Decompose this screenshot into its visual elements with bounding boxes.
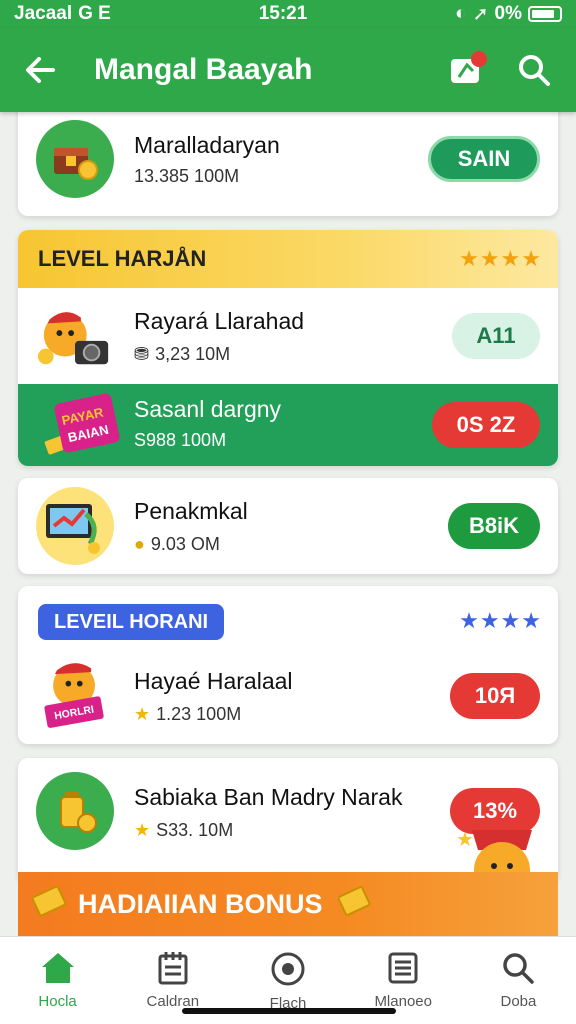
item-action-button[interactable]: 10Я <box>450 673 540 719</box>
list-item[interactable]: HORLRI Hayaé Haralaal ★ 1.23 100M 10Я <box>18 648 558 744</box>
item-stat: S988 100M <box>134 430 227 450</box>
back-button[interactable] <box>20 50 60 90</box>
badge-icon: PAYAR BAIAN <box>44 393 120 455</box>
search-icon <box>519 55 550 86</box>
list-icon <box>388 952 418 984</box>
target-icon <box>271 952 305 986</box>
item-action-label: 0S 2Z <box>456 412 516 437</box>
star-rating: ★★★★ <box>459 246 542 271</box>
item-title: Sasanl dargny <box>134 396 282 422</box>
home-icon <box>41 953 74 983</box>
mascot-icon: ★ <box>456 829 532 880</box>
payar-badge: PAYAR BAIAN <box>40 390 122 460</box>
bonus-label: HADIAIIAN BONUS <box>78 888 323 919</box>
item-thumbnail <box>36 120 114 198</box>
item-stat: 3,23 10M <box>155 344 231 364</box>
list-item[interactable]: Penakmkal ● 9.03 ΟM B8iK <box>18 478 558 574</box>
bonus-banner[interactable]: HADIAIIAN BONUS <box>18 872 558 936</box>
level-section: LEVEIL HORANI ★★★★ HORLRI Hayaé Haralaal… <box>18 586 558 744</box>
section-header: LEVEL HARJÅN ★★★★ <box>18 230 558 288</box>
battery-icon <box>528 6 562 22</box>
network-icons: G E <box>78 3 111 24</box>
level-section: LEVEL HARJÅN ★★★★ Rayará Llarahad ⛃ 3,23… <box>18 230 558 466</box>
location-icon: ➚ <box>472 3 489 25</box>
item-stat: 13.385 100M <box>134 166 240 186</box>
item-subtitle: ★ 1.23 100M <box>134 704 241 725</box>
app-bar: Mangal Baayah <box>0 28 576 112</box>
battery-percent: 0% <box>494 3 522 24</box>
arrow-left-icon <box>26 57 55 83</box>
item-title: Hayaé Haralaal <box>134 668 293 694</box>
item-action-label: 10Я <box>474 683 516 708</box>
section-title: LEVEL HARJÅN <box>38 246 207 271</box>
item-action-button[interactable]: 0S 2Z <box>432 402 540 448</box>
item-title: Maralladaryan <box>134 132 280 158</box>
item-thumbnail <box>36 772 114 850</box>
sain-button-label: SAIN <box>457 146 511 171</box>
nav-label: Hocla <box>38 993 77 1010</box>
item-thumbnail <box>36 297 114 375</box>
item-action-label: B8iK <box>468 513 520 538</box>
list-item-highlighted[interactable]: PAYAR BAIAN Sasanl dargny S988 100M 0S 2… <box>18 384 558 466</box>
item-action-button[interactable]: B8iK <box>448 503 540 549</box>
coin-icon: ● <box>134 534 145 554</box>
coin-stack-icon: ⛃ <box>134 344 150 364</box>
home-indicator[interactable] <box>182 1008 396 1014</box>
status-bar: Jacaal G E 15:21 ◐ ➚ 0% <box>0 0 576 28</box>
gold-bar-icon <box>336 885 372 917</box>
item-stat: 1.23 100M <box>156 704 242 724</box>
status-time: 15:21 <box>258 3 308 24</box>
settings-status-icon: ◐ <box>455 3 467 24</box>
search-icon <box>503 953 535 984</box>
item-title: Penakmkal <box>134 498 248 524</box>
section-tag: LEVEIL HORANI <box>38 604 225 640</box>
star-rating: ★★★★ <box>459 608 542 633</box>
item-action-button[interactable]: A11 <box>452 313 540 359</box>
star-icon: ★ <box>134 704 151 724</box>
page-title: Mangal Baayah <box>94 53 313 86</box>
lantern-coin-icon <box>60 791 97 833</box>
item-subtitle: ● 9.03 ΟM <box>134 534 220 555</box>
chat-notification-icon <box>451 51 487 83</box>
list-item[interactable]: Rayará Llarahad ⛃ 3,23 10M A11 <box>18 288 558 384</box>
item-thumbnail <box>36 487 114 565</box>
nav-item-search[interactable]: Doba <box>461 937 576 1024</box>
item-stat: 9.03 ΟM <box>150 534 220 554</box>
mascot-gift-icon: HORLRI <box>44 663 104 728</box>
monitor-chart-icon <box>46 504 100 554</box>
star-icon: ★ <box>134 820 151 840</box>
item-title: Rayará Llarahad <box>134 308 305 334</box>
list-item[interactable]: Maralladaryan 13.385 100M SAIN <box>18 112 558 216</box>
item-title: Sabiaka Ban Madry Narak <box>134 784 403 810</box>
mascot-camera-icon <box>37 312 109 365</box>
list-item[interactable]: Sabiaka Ban Madry Narak ★ S33. 10M 13% ★ <box>18 758 558 880</box>
item-subtitle: ⛃ 3,23 10M <box>134 344 230 365</box>
content-area: Maralladaryan 13.385 100M SAIN LEVEL HAR… <box>0 112 576 936</box>
sain-button[interactable]: SAIN <box>428 136 540 182</box>
notification-button[interactable] <box>446 48 490 92</box>
item-thumbnail: HORLRI <box>36 656 114 734</box>
search-button[interactable] <box>512 48 556 92</box>
nav-item-home[interactable]: Hocla <box>0 937 115 1024</box>
item-action-label: A11 <box>476 323 516 348</box>
item-subtitle: 13.385 100M <box>134 166 239 187</box>
item-subtitle: S988 100M <box>134 430 226 451</box>
section-title: LEVEIL HORANI <box>54 610 209 633</box>
treasure-chest-icon <box>54 148 98 180</box>
gold-bar-icon <box>30 884 68 918</box>
mascot-illustration: ★ <box>442 810 552 880</box>
item-subtitle: ★ S33. 10M <box>134 820 233 841</box>
nav-label: Doba <box>500 993 537 1010</box>
svg-text:★: ★ <box>456 829 474 851</box>
calendar-icon <box>158 952 188 985</box>
carrier-name: Jacaal <box>14 3 73 24</box>
item-stat: S33. 10M <box>156 820 234 840</box>
